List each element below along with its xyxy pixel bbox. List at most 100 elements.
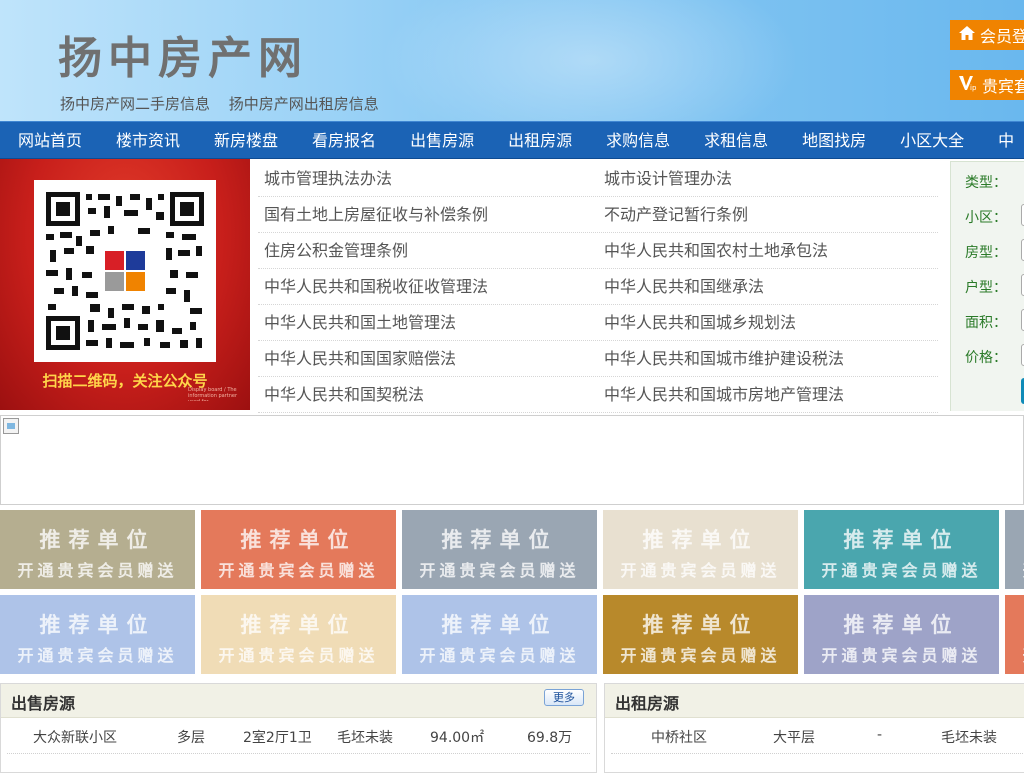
nav-want-to-buy[interactable]: 求购信息 — [589, 122, 687, 158]
nav-community-list[interactable]: 小区大全 — [883, 122, 981, 158]
regulation-link[interactable]: 不动产登记暂行条例 — [598, 197, 938, 232]
for-sale-panel: 出售房源 更多 大众新联小区 多层 2室2厅1卫 毛坯未装 94.00㎡ 69.… — [0, 683, 597, 773]
regulation-link[interactable]: 中华人民共和国城市房地产管理法 — [598, 377, 938, 412]
recommended-unit-tile[interactable]: 推荐单位开通贵宾会员赠送 — [0, 595, 195, 674]
listing-building-type: 大平层 — [773, 730, 815, 746]
recommended-unit-tile[interactable]: 推荐单位开通贵宾会员赠送 — [201, 595, 396, 674]
regulation-link[interactable]: 中华人民共和国城市维护建设税法 — [598, 341, 938, 376]
listing-community[interactable]: 大众新联小区 — [33, 727, 117, 747]
header-link-rental[interactable]: 扬中房产网出租房信息 — [229, 95, 379, 113]
tile-subtext: 开通贵宾会员赠送 — [1005, 642, 1024, 666]
recommended-unit-tile[interactable]: 推荐单位开通贵宾会员赠送 — [804, 595, 999, 674]
tile-subtext: 开通贵宾会员赠送 — [17, 561, 178, 580]
nav-map-search[interactable]: 地图找房 — [785, 122, 883, 158]
recommended-unit-tile[interactable]: 推荐单位开通贵宾会员赠送 — [804, 510, 999, 589]
site-logo-title[interactable]: 扬中房产网 — [58, 22, 308, 86]
recommended-unit-tile[interactable]: 推荐单位开通贵宾会员赠送 — [402, 595, 597, 674]
tile-heading: 推荐单位 — [240, 613, 357, 637]
type-label: 类型： — [965, 175, 1007, 191]
nav-home[interactable]: 网站首页 — [0, 122, 99, 158]
listing-price: 69.8万 — [527, 730, 573, 746]
tile-heading: 推荐单位 — [642, 528, 759, 552]
regulation-link[interactable]: 住房公积金管理条例 — [258, 233, 598, 268]
regulation-link[interactable]: 城市管理执法办法 — [258, 161, 598, 196]
listing-decoration: 毛坯未装 — [337, 730, 393, 746]
nav-more[interactable]: 中 — [981, 122, 1024, 158]
tile-heading: 推荐单位 — [642, 613, 759, 637]
tile-heading: 推荐单位 — [39, 613, 156, 637]
more-button[interactable]: 更多 — [544, 689, 584, 706]
list-item: 中华人民共和国土地管理法 中华人民共和国城乡规划法 — [258, 305, 938, 341]
tile-subtext: 开通贵宾会员赠送 — [419, 561, 580, 580]
list-item: 中华人民共和国税收征收管理法 中华人民共和国继承法 — [258, 269, 938, 305]
tile-subtext: 开通贵宾会员赠送 — [1005, 557, 1024, 581]
vip-icon: ip — [958, 74, 978, 96]
regulation-link[interactable]: 城市设计管理办法 — [598, 161, 938, 196]
qr-banner[interactable]: 扫描二维码，关注公众号 Display board / The informat… — [0, 159, 250, 410]
list-item: 中华人民共和国契税法 中华人民共和国城市房地产管理法 — [258, 377, 938, 413]
regulation-link[interactable]: 中华人民共和国继承法 — [598, 269, 938, 304]
listing-layout: 2室2厅1卫 — [243, 730, 312, 746]
tile-subtext: 开通贵宾会员赠送 — [620, 646, 781, 665]
tile-subtext: 开通贵宾会员赠送 — [17, 646, 178, 665]
nav-viewing-signup[interactable]: 看房报名 — [295, 122, 393, 158]
header-sub-links: 扬中房产网二手房信息 扬中房产网出租房信息 — [60, 93, 393, 114]
qr-code — [34, 180, 216, 362]
broken-image-icon — [3, 418, 19, 434]
tile-subtext: 开通贵宾会员赠送 — [218, 646, 379, 665]
home-icon — [958, 25, 976, 45]
listing-building-type: 多层 — [177, 730, 205, 746]
listing-layout: - — [877, 727, 883, 743]
for-rent-title: 出租房源 — [615, 694, 680, 713]
vip-package-button[interactable]: ip 贵宾套 — [950, 70, 1024, 100]
listing-community[interactable]: 中桥社区 — [651, 727, 707, 747]
recommended-unit-tile[interactable]: 推荐单位开通贵宾会员赠送 — [201, 510, 396, 589]
nav-want-to-rent[interactable]: 求租信息 — [687, 122, 785, 158]
ad-banner-image[interactable] — [0, 415, 1024, 505]
tile-heading: 推荐单位 — [1005, 524, 1024, 554]
tile-heading: 推荐单位 — [843, 613, 960, 637]
member-login-label: 会员登 — [980, 27, 1024, 46]
recommended-units-grid: 推荐单位 开通贵宾会员赠送 推荐单位 开通贵宾会员赠送 推荐单位 开通贵宾会员赠送 推荐单位… — [0, 510, 1024, 680]
area-label: 面积： — [965, 315, 1007, 331]
table-row[interactable]: 大众新联小区 多层 2室2厅1卫 毛坯未装 94.00㎡ 69.8万 — [7, 718, 590, 754]
tile-subtext: 开通贵宾会员赠送 — [620, 561, 781, 580]
nav-news[interactable]: 楼市资讯 — [99, 122, 197, 158]
nav-for-sale[interactable]: 出售房源 — [393, 122, 491, 158]
header-link-secondhand[interactable]: 扬中房产网二手房信息 — [60, 95, 210, 113]
tile-subtext: 开通贵宾会员赠送 — [821, 646, 982, 665]
regulation-link[interactable]: 中华人民共和国契税法 — [258, 377, 598, 412]
nav-for-rent[interactable]: 出租房源 — [491, 122, 589, 158]
regulation-link[interactable]: 中华人民共和国国家赔偿法 — [258, 341, 598, 376]
regulation-link[interactable]: 中华人民共和国税收征收管理法 — [258, 269, 598, 304]
tile-subtext: 开通贵宾会员赠送 — [821, 561, 982, 580]
table-row[interactable]: 中桥社区 大平层 - 毛坯未装 — [611, 718, 1024, 754]
tile-heading: 推荐单位 — [441, 613, 558, 637]
regulation-link[interactable]: 中华人民共和国城乡规划法 — [598, 305, 938, 340]
nav-new-homes[interactable]: 新房楼盘 — [197, 122, 295, 158]
list-item: 国有土地上房屋征收与补偿条例 不动产登记暂行条例 — [258, 197, 938, 233]
recommended-unit-tile[interactable]: 推荐单位开通贵宾会员赠送 — [1005, 510, 1024, 589]
for-sale-header: 出售房源 更多 — [1, 684, 596, 718]
recommended-unit-tile[interactable]: 推荐单位开通贵宾会员赠送 — [603, 595, 798, 674]
listing-decoration: 毛坯未装 — [941, 730, 997, 746]
layout-label: 户型： — [965, 280, 1007, 296]
member-login-button[interactable]: 会员登 — [950, 20, 1024, 50]
recommended-unit-tile[interactable]: 推荐单位开通贵宾会员赠送 — [603, 510, 798, 589]
header-decoration — [380, 0, 800, 121]
community-label: 小区： — [965, 210, 1007, 226]
regulation-link[interactable]: 国有土地上房屋征收与补偿条例 — [258, 197, 598, 232]
list-item: 城市管理执法办法 城市设计管理办法 — [258, 161, 938, 197]
recommended-unit-tile[interactable]: 推荐单位开通贵宾会员赠送 — [0, 510, 195, 589]
room-type-label: 房型： — [965, 245, 1007, 261]
recommended-unit-tile[interactable]: 推荐单位开通贵宾会员赠送 — [402, 510, 597, 589]
tile-subtext: 开通贵宾会员赠送 — [218, 561, 379, 580]
listing-area: 94.00㎡ — [430, 730, 485, 746]
main-nav: 网站首页 楼市资讯 新房楼盘 看房报名 出售房源 出租房源 求购信息 求租信息 … — [0, 121, 1024, 159]
site-header: 扬中房产网 扬中房产网二手房信息 扬中房产网出租房信息 会员登 ip 贵宾套 — [0, 0, 1024, 121]
vip-package-label: 贵宾套 — [982, 77, 1024, 96]
recommended-unit-tile[interactable]: 推荐单位开通贵宾会员赠送 — [1005, 595, 1024, 674]
regulation-link[interactable]: 中华人民共和国农村土地承包法 — [598, 233, 938, 268]
for-rent-header: 出租房源 — [605, 684, 1024, 718]
regulation-link[interactable]: 中华人民共和国土地管理法 — [258, 305, 598, 340]
